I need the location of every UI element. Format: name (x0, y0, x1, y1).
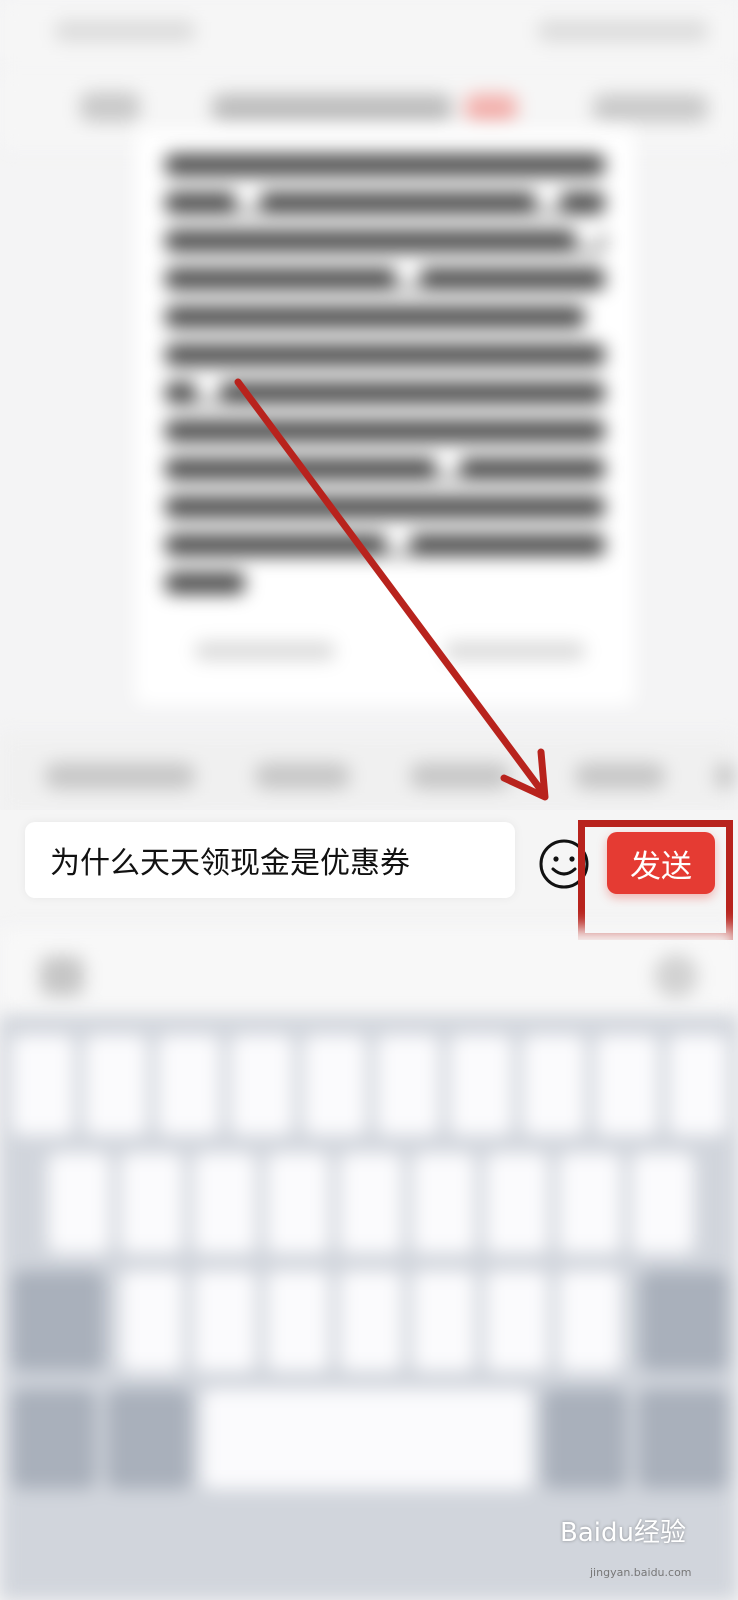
annotation-arrow (234, 378, 549, 801)
watermark-url: jingyan.baidu.com (590, 1566, 692, 1579)
watermark-logo: Baidu经验 (560, 1518, 686, 1548)
